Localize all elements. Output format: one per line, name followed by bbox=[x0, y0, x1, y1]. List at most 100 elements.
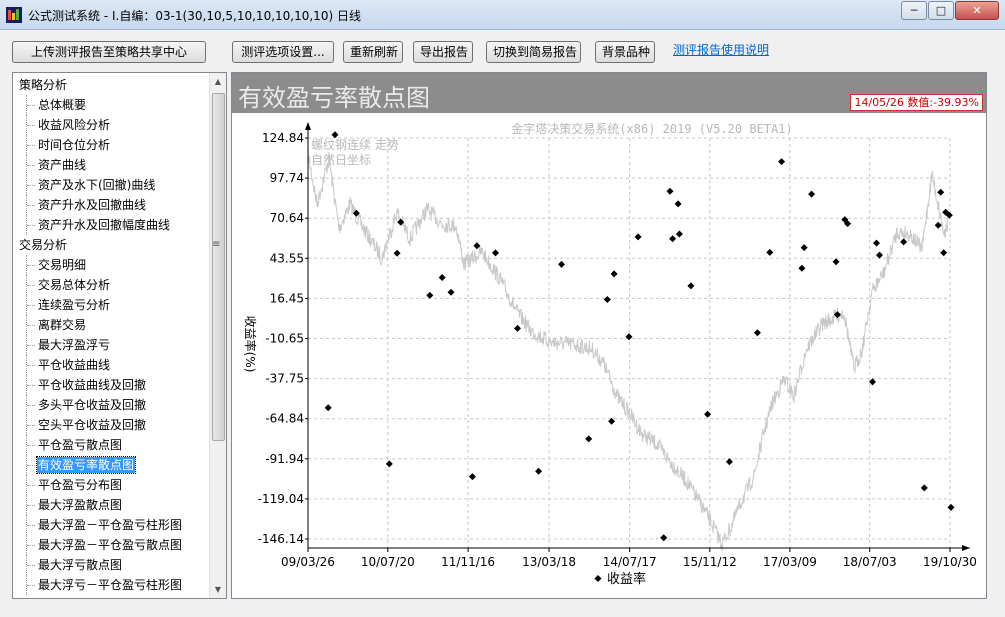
scatter-point[interactable] bbox=[753, 329, 761, 337]
scatter-point[interactable] bbox=[634, 233, 642, 241]
y-axis-label: 收益率(%) bbox=[243, 316, 258, 373]
scatter-point[interactable] bbox=[766, 248, 774, 256]
y-tick-label: -64.84 bbox=[265, 412, 304, 426]
scatter-point[interactable] bbox=[947, 503, 955, 511]
scatter-point[interactable] bbox=[610, 270, 618, 278]
tree-group[interactable]: 交易分析 bbox=[13, 235, 211, 255]
tree-item-label: 资产升水及回撤曲线 bbox=[38, 198, 147, 212]
options-button[interactable]: 测评选项设置... bbox=[232, 41, 334, 63]
background-price-line bbox=[307, 145, 950, 552]
scatter-point[interactable] bbox=[324, 404, 332, 412]
tree-item[interactable]: 平仓盈亏分布图 bbox=[13, 475, 211, 495]
tree-item-label: 交易明细 bbox=[38, 258, 87, 272]
maximize-button[interactable]: □ bbox=[928, 1, 954, 20]
scatter-point[interactable] bbox=[940, 249, 948, 257]
tree-item-label: 资产升水及回撤幅度曲线 bbox=[38, 218, 171, 232]
scatter-point[interactable] bbox=[426, 291, 434, 299]
tree-item-label: 空头平仓收益及回撤 bbox=[38, 418, 147, 432]
tree-item[interactable]: 有效盈亏率散点图 bbox=[13, 455, 211, 475]
tree-item[interactable]: 时间仓位分析 bbox=[13, 135, 211, 155]
window-titlebar[interactable]: 公式测试系统 - I.自编：03-1(30,10,5,10,10,10,10,1… bbox=[0, 0, 1005, 30]
scatter-point[interactable] bbox=[873, 239, 880, 247]
scatter-point[interactable] bbox=[393, 249, 401, 257]
scatter-point[interactable] bbox=[660, 534, 668, 542]
chart-panel: 有效盈亏率散点图 14/05/26 数值:-39.93% 金字塔决策交易系统(x… bbox=[231, 72, 987, 599]
analysis-tree[interactable]: 策略分析总体概要收益风险分析 时间仓位分析 资产曲线 资产及水下(回撤)曲线资产升水及… bbox=[12, 72, 227, 599]
tree-item[interactable]: 资产升水及回撤幅度曲线 bbox=[13, 215, 211, 235]
scatter-point[interactable] bbox=[535, 467, 543, 475]
scatter-point[interactable] bbox=[920, 484, 928, 492]
tree-group[interactable]: 策略分析 bbox=[13, 75, 211, 95]
scroll-thumb[interactable] bbox=[212, 93, 225, 441]
tree-item[interactable]: 最大浮盈－平仓盈亏柱形图 bbox=[13, 515, 211, 535]
refresh-button[interactable]: 重新刷新 bbox=[343, 41, 403, 63]
tree-item[interactable]: 收益风险分析 bbox=[13, 115, 211, 135]
legend-marker bbox=[594, 575, 602, 582]
scatter-point[interactable] bbox=[778, 158, 786, 166]
tree-item[interactable]: 资产及水下(回撤)曲线 bbox=[13, 175, 211, 195]
tree-item[interactable]: 空头平仓收益及回撤 bbox=[13, 415, 211, 435]
background-series-label: 螺纹钢连续 走势 bbox=[311, 137, 399, 152]
help-link[interactable]: 测评报告使用说明 bbox=[673, 41, 769, 59]
tree-item[interactable]: 最大浮亏散点图 bbox=[13, 555, 211, 575]
scatter-point[interactable] bbox=[438, 274, 446, 281]
scatter-point[interactable] bbox=[876, 251, 883, 259]
toolbar: 上传测评报告至策略共享中心 测评选项设置... 重新刷新 导出报告 切换到简易报… bbox=[0, 31, 1005, 69]
scatter-point[interactable] bbox=[514, 324, 521, 332]
tree-item[interactable]: 最大浮盈－平仓盈亏散点图 bbox=[13, 535, 211, 555]
tree-item-label: 最大浮亏－平仓盈亏柱形图 bbox=[38, 578, 183, 592]
tree-item[interactable]: 最大浮盈散点图 bbox=[13, 495, 211, 515]
scatter-chart[interactable]: 金字塔决策交易系统(x86) 2019 (V5.20 BETA1) 螺纹钢连续 … bbox=[232, 114, 986, 598]
tree-item[interactable]: 平仓收益曲线及回撤 bbox=[13, 375, 211, 395]
scatter-point[interactable] bbox=[725, 458, 733, 466]
tree-item[interactable]: 交易总体分析 bbox=[13, 275, 211, 295]
x-tick-label: 09/03/26 bbox=[281, 555, 335, 569]
y-tick-label: 70.64 bbox=[270, 211, 304, 225]
tree-item[interactable]: 最大浮亏－平仓盈亏柱形图 bbox=[13, 575, 211, 595]
tree-item[interactable]: 交易明细 bbox=[13, 255, 211, 275]
scatter-point[interactable] bbox=[798, 264, 806, 272]
scatter-point[interactable] bbox=[447, 288, 455, 296]
tree-item-label: 平仓收益曲线 bbox=[38, 358, 111, 372]
scatter-point[interactable] bbox=[674, 200, 682, 208]
scatter-point[interactable] bbox=[385, 460, 393, 468]
scatter-point[interactable] bbox=[669, 235, 677, 243]
y-tick-label: -119.04 bbox=[258, 492, 304, 506]
tree-item[interactable]: 离群交易 bbox=[13, 315, 211, 335]
tree-item[interactable]: 平仓收益曲线 bbox=[13, 355, 211, 375]
app-icon bbox=[6, 7, 22, 23]
tree-item[interactable]: 资产曲线 bbox=[13, 155, 211, 175]
minimize-button[interactable]: ─ bbox=[901, 1, 927, 20]
tree-item[interactable]: 资产升水及回撤曲线 bbox=[13, 195, 211, 215]
upload-report-button[interactable]: 上传测评报告至策略共享中心 bbox=[12, 41, 206, 63]
scatter-point[interactable] bbox=[808, 190, 816, 198]
scatter-point[interactable] bbox=[558, 260, 565, 268]
tree-scrollbar[interactable]: ▲ ≡ ▼ bbox=[209, 73, 226, 598]
scatter-point[interactable] bbox=[625, 333, 633, 341]
scroll-up-icon[interactable]: ▲ bbox=[210, 73, 226, 90]
scatter-point[interactable] bbox=[666, 187, 674, 195]
scatter-point[interactable] bbox=[832, 258, 840, 266]
tree-item-label: 总体概要 bbox=[38, 98, 87, 112]
scatter-point[interactable] bbox=[937, 188, 945, 196]
switch-simple-report-button[interactable]: 切换到简易报告 bbox=[486, 41, 581, 63]
y-tick-label: -91.94 bbox=[265, 452, 304, 466]
tree-item[interactable]: 连续盈亏分析 bbox=[13, 295, 211, 315]
scroll-down-icon[interactable]: ▼ bbox=[210, 581, 226, 598]
tree-item[interactable]: 多头平仓收益及回撤 bbox=[13, 395, 211, 415]
tree-item[interactable]: 平仓盈亏散点图 bbox=[13, 435, 211, 455]
close-button[interactable]: ✕ bbox=[955, 1, 999, 20]
scatter-point[interactable] bbox=[585, 435, 593, 443]
tree-item[interactable]: 最大浮盈浮亏 bbox=[13, 335, 211, 355]
scatter-point[interactable] bbox=[900, 238, 908, 246]
scatter-point[interactable] bbox=[934, 221, 942, 229]
tree-item[interactable]: 总体概要 bbox=[13, 95, 211, 115]
scatter-point[interactable] bbox=[603, 296, 611, 303]
scatter-point[interactable] bbox=[468, 473, 476, 481]
scatter-point[interactable] bbox=[687, 282, 695, 290]
scatter-point[interactable] bbox=[675, 230, 683, 238]
export-report-button[interactable]: 导出报告 bbox=[413, 41, 473, 63]
scatter-point[interactable] bbox=[492, 249, 499, 257]
background-symbol-button[interactable]: 背景品种 bbox=[595, 41, 655, 63]
scatter-point[interactable] bbox=[800, 244, 808, 252]
